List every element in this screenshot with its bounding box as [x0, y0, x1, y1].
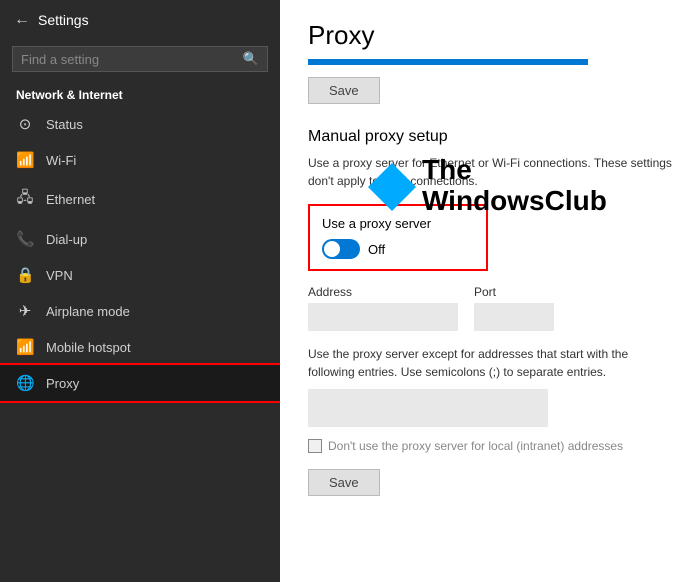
sidebar-item-status[interactable]: ⊙ Status	[0, 106, 280, 142]
toggle-knob	[324, 241, 340, 257]
port-field-group: Port	[474, 285, 554, 331]
sidebar-item-label: Dial-up	[46, 232, 87, 247]
sidebar-item-airplane[interactable]: ✈ Airplane mode	[0, 293, 280, 329]
auto-detect-bar	[308, 59, 588, 65]
sidebar-item-proxy[interactable]: 🌐 Proxy	[0, 365, 280, 401]
local-checkbox[interactable]	[308, 439, 322, 453]
port-input[interactable]	[474, 303, 554, 331]
wifi-icon: 📶	[16, 151, 34, 169]
exceptions-textarea[interactable]	[308, 389, 548, 427]
sidebar-item-hotspot[interactable]: 📶 Mobile hotspot	[0, 329, 280, 365]
proxy-server-box: Use a proxy server Off	[308, 204, 488, 271]
ethernet-icon: 🖧	[16, 187, 34, 212]
main-content: The WindowsClub Proxy Save Manual proxy …	[280, 0, 700, 582]
port-label: Port	[474, 285, 554, 299]
address-field-group: Address	[308, 285, 458, 331]
sidebar-item-label: Status	[46, 117, 83, 132]
proxy-server-label: Use a proxy server	[322, 216, 474, 231]
proxy-icon: 🌐	[16, 374, 34, 392]
sidebar-item-label: VPN	[46, 268, 73, 283]
search-icon: 🔍	[243, 51, 259, 67]
network-section-label: Network & Internet	[0, 82, 280, 106]
sidebar-item-ethernet[interactable]: 🖧 Ethernet	[0, 178, 280, 221]
local-checkbox-row: Don't use the proxy server for local (in…	[308, 439, 672, 453]
address-port-row: Address Port	[308, 285, 672, 331]
hotspot-icon: 📶	[16, 338, 34, 356]
manual-section-heading: Manual proxy setup	[308, 128, 672, 146]
toggle-row: Off	[322, 239, 474, 259]
proxy-toggle[interactable]	[322, 239, 360, 259]
exceptions-desc: Use the proxy server except for addresse…	[308, 345, 672, 381]
sidebar-header: ← Settings	[0, 0, 280, 40]
toggle-state-label: Off	[368, 242, 385, 257]
status-icon: ⊙	[16, 115, 34, 133]
sidebar-item-dialup[interactable]: 📞 Dial-up	[0, 221, 280, 257]
sidebar-item-label: Proxy	[46, 376, 79, 391]
sidebar: ← Settings 🔍 Network & Internet ⊙ Status…	[0, 0, 280, 582]
sidebar-item-label: Airplane mode	[46, 304, 130, 319]
dialup-icon: 📞	[16, 230, 34, 248]
sidebar-item-wifi[interactable]: 📶 Wi-Fi	[0, 142, 280, 178]
sidebar-item-label: Ethernet	[46, 192, 95, 207]
sidebar-item-label: Wi-Fi	[46, 153, 76, 168]
local-checkbox-label: Don't use the proxy server for local (in…	[328, 439, 623, 453]
address-input[interactable]	[308, 303, 458, 331]
airplane-icon: ✈	[16, 302, 34, 320]
manual-section-desc: Use a proxy server for Ethernet or Wi-Fi…	[308, 154, 672, 190]
sidebar-item-vpn[interactable]: 🔒 VPN	[0, 257, 280, 293]
back-button[interactable]: ←	[14, 11, 30, 29]
save-bottom-button[interactable]: Save	[308, 469, 380, 496]
sidebar-title: Settings	[38, 12, 89, 28]
sidebar-item-label: Mobile hotspot	[46, 340, 131, 355]
vpn-icon: 🔒	[16, 266, 34, 284]
save-top-button[interactable]: Save	[308, 77, 380, 104]
search-input[interactable]	[21, 52, 243, 67]
address-label: Address	[308, 285, 458, 299]
search-box[interactable]: 🔍	[12, 46, 268, 72]
page-title: Proxy	[308, 20, 672, 51]
